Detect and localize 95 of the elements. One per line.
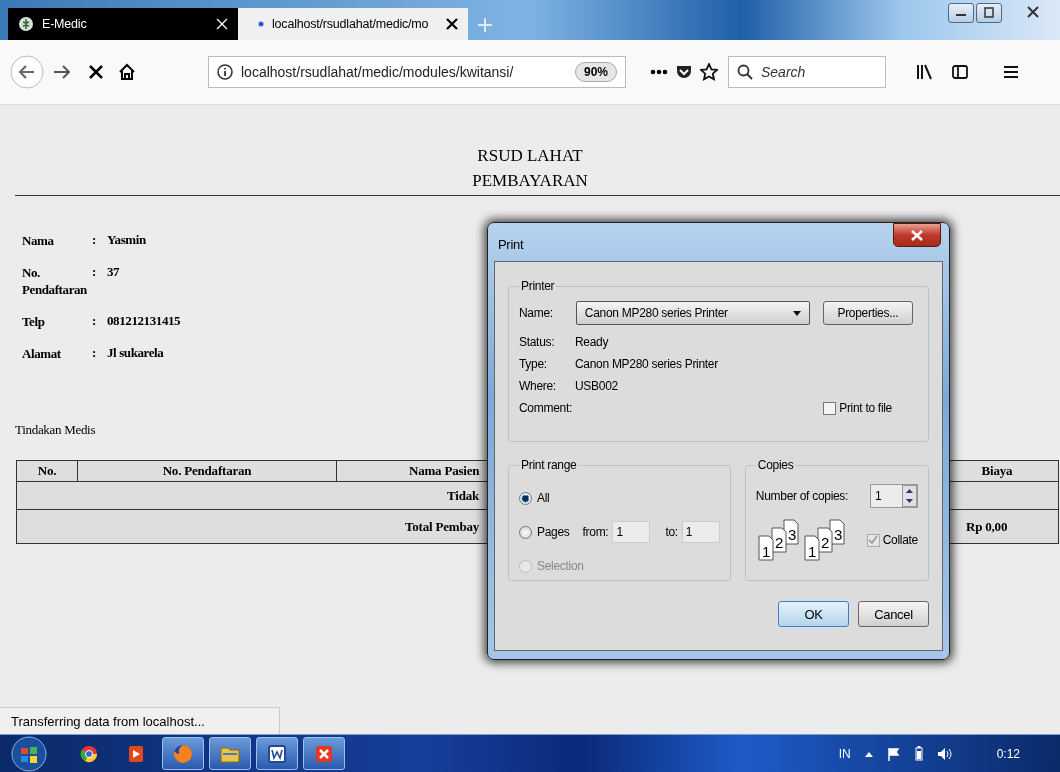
taskbar-button[interactable] [209, 737, 251, 771]
checkbox-label: Collate [882, 533, 918, 547]
taskbar-button[interactable] [162, 737, 204, 771]
from-label: from: [582, 525, 609, 539]
loading-dot-icon [258, 21, 264, 27]
info-label: Comment: [519, 401, 573, 415]
properties-button[interactable]: Properties... [822, 301, 913, 325]
stop-icon[interactable] [88, 64, 104, 80]
to-label: to: [665, 525, 678, 539]
sidebar-icon[interactable] [952, 64, 968, 80]
play-icon[interactable] [128, 744, 144, 763]
folder-icon[interactable] [220, 744, 240, 763]
tray-expand-icon[interactable] [864, 750, 873, 757]
printer-dropdown[interactable]: Canon MP280 series Printer [575, 301, 810, 325]
menu-icon[interactable] [1004, 65, 1018, 79]
radio-button[interactable] [519, 525, 532, 539]
colon-text: : [92, 313, 96, 329]
close-icon[interactable] [446, 18, 458, 30]
browser-tab[interactable]: E-Medic [8, 8, 238, 40]
battery-icon[interactable] [914, 746, 923, 762]
column-header: No. [16, 460, 78, 482]
field-label: No. Pendaftaran [22, 264, 88, 298]
maximize-button[interactable] [976, 3, 1002, 23]
search-field[interactable]: Search [728, 56, 886, 88]
section-title: Tindakan Medis [15, 422, 96, 438]
library-icon[interactable] [916, 64, 934, 80]
flag-icon[interactable] [886, 746, 901, 761]
info-value: Canon MP280 series Printer [575, 357, 718, 371]
colon-text: : [92, 345, 96, 361]
word-icon[interactable] [268, 744, 286, 763]
radio-button[interactable] [519, 491, 532, 505]
dialog-button[interactable]: OK [778, 601, 849, 627]
dropdown-arrow-icon [792, 310, 801, 316]
zoom-level-badge[interactable]: 90% [574, 62, 617, 82]
maximize-icon [983, 7, 995, 19]
more-icon[interactable] [650, 69, 668, 75]
info-icon[interactable] [217, 64, 233, 80]
tab-title: E-Medic [42, 17, 88, 31]
dialog-button[interactable]: Cancel [858, 601, 929, 627]
speaker-icon[interactable] [936, 746, 953, 761]
taskbar-button[interactable] [303, 737, 345, 771]
taskbar-button[interactable] [256, 737, 298, 771]
copies-spinner[interactable]: 1 [870, 484, 918, 508]
field-label: Telp [22, 313, 45, 330]
info-label: Type: [519, 357, 548, 371]
close-icon [911, 229, 923, 241]
group-title: Printer [520, 279, 556, 293]
column-header: No. Pendaftaran [77, 460, 337, 482]
checkbox[interactable] [823, 401, 837, 415]
chrome-icon[interactable] [80, 744, 98, 763]
radio-label: Selection [537, 559, 584, 573]
group-title: Print range [520, 458, 578, 472]
copies-label: Number of copies: [755, 489, 849, 503]
pocket-icon[interactable] [676, 64, 692, 80]
info-label: Status: [519, 335, 556, 349]
colon-text: : [92, 232, 96, 248]
forward-icon[interactable] [52, 64, 72, 80]
url-text: localhost/rsudlahat/medic/modules/kwitansi/ [241, 64, 515, 80]
checkbox-label: Print to file [839, 401, 892, 415]
start-button[interactable] [10, 735, 48, 772]
info-value: Ready [575, 335, 610, 349]
field-value: Jl sukarela [107, 345, 164, 361]
radio-label: Pages [537, 525, 570, 539]
address-bar[interactable]: localhost/rsudlahat/medic/modules/kwitansi/ 90% [208, 56, 626, 88]
star-icon[interactable] [700, 63, 718, 81]
info-value: USB002 [575, 379, 619, 393]
home-icon[interactable] [118, 63, 136, 81]
clock[interactable]: 0:12 [996, 746, 1020, 761]
back-icon[interactable] [10, 55, 44, 89]
group-title: Copies [756, 458, 795, 472]
close-icon [1027, 6, 1039, 18]
field-value: Yasmin [107, 232, 146, 248]
field-label: Alamat [22, 345, 61, 362]
minimize-button[interactable] [948, 3, 974, 23]
info-label: Where: [519, 379, 557, 393]
language-indicator[interactable]: IN [838, 746, 851, 761]
report-heading: RSUD LAHAT [477, 145, 583, 167]
field-label: Nama [22, 232, 54, 249]
to-field[interactable]: 1 [681, 521, 720, 543]
from-field[interactable]: 1 [612, 521, 651, 543]
search-icon [737, 64, 753, 80]
search-placeholder: Search [761, 64, 806, 80]
report-heading: PEMBAYARAN [472, 170, 588, 192]
browser-tab[interactable]: localhost/rsudlahat/medic/mo [238, 8, 468, 40]
firefox-icon[interactable] [173, 743, 193, 764]
spinner-arrows-icon[interactable] [902, 485, 917, 507]
field-value: 081212131415 [107, 313, 181, 329]
dialog-title: Print [498, 236, 524, 252]
name-label: Name: [519, 306, 553, 320]
field-value: 37 [107, 264, 120, 280]
radio-label: All [537, 491, 550, 505]
colon-text: : [92, 264, 96, 280]
close-button[interactable] [893, 223, 941, 247]
status-text: Transferring data from localhost... [0, 707, 280, 735]
tab-title: localhost/rsudlahat/medic/mo [272, 17, 430, 31]
